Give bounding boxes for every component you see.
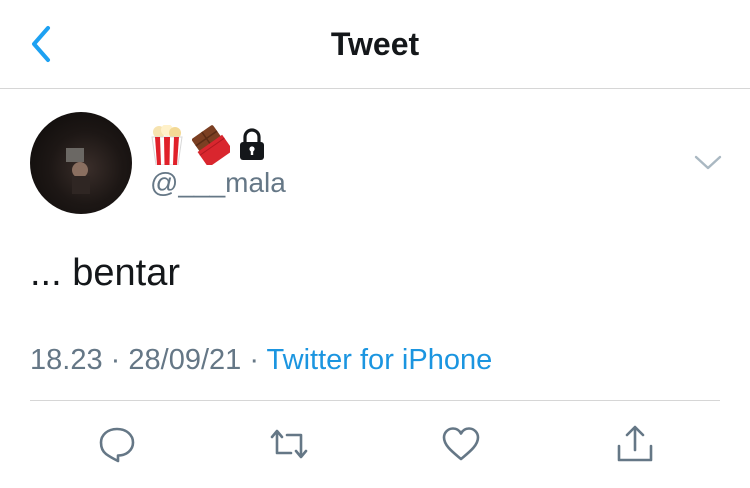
retweet-button[interactable] (269, 424, 309, 464)
chocolate-bar-icon (192, 125, 230, 165)
reply-icon (99, 427, 135, 463)
more-options-button[interactable] (693, 150, 723, 174)
tweet-date: 28/09/21 (128, 344, 242, 376)
divider (0, 88, 750, 89)
like-button[interactable] (441, 424, 481, 464)
reply-button[interactable] (97, 424, 137, 464)
separator: · (249, 344, 259, 376)
avatar-photo (66, 148, 90, 194)
like-icon (442, 427, 480, 461)
lock-icon (240, 128, 264, 160)
display-name (150, 124, 274, 166)
popcorn-icon (151, 125, 183, 165)
separator: · (110, 344, 121, 376)
nav-bar: Tweet (0, 0, 750, 88)
avatar[interactable] (30, 112, 132, 214)
chevron-down-icon (694, 155, 722, 170)
share-icon (617, 425, 653, 462)
share-button[interactable] (615, 424, 655, 464)
retweet-icon (270, 429, 308, 459)
tweet-time: 18.23 (30, 344, 103, 376)
tweet-text: ... bentar (30, 252, 180, 294)
source-link[interactable]: Twitter for iPhone (267, 344, 493, 376)
divider (30, 400, 720, 401)
author-handle[interactable]: @___mala (150, 166, 286, 200)
page-title: Tweet (330, 26, 420, 62)
tweet-metadata: 18.23 · 28/09/21 · Twitter for iPhone (30, 342, 492, 378)
